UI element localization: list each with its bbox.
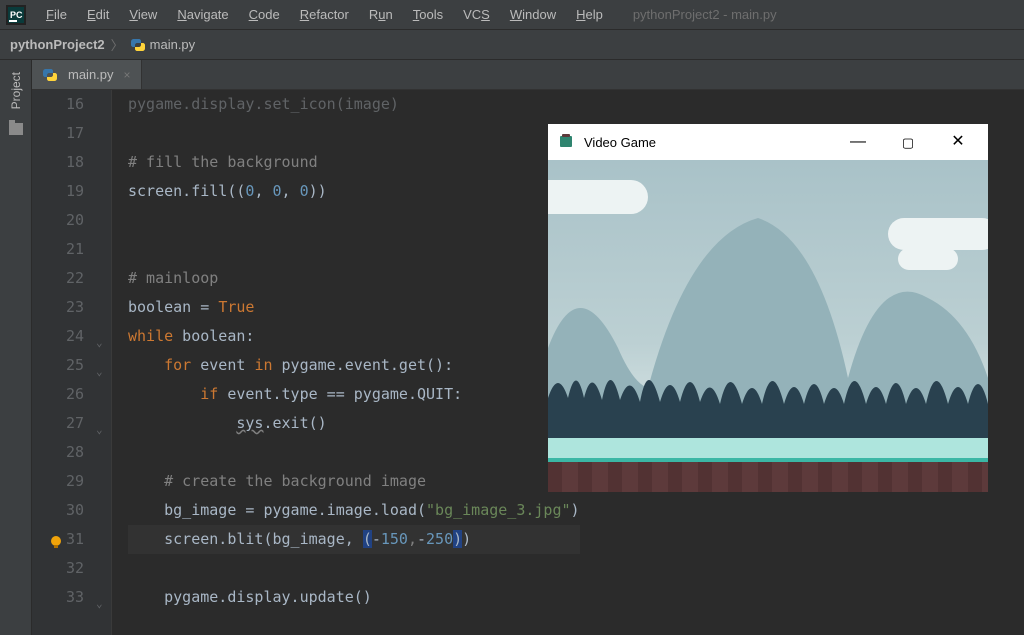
code-line[interactable] [128,119,580,148]
close-button[interactable]: ✕ [938,134,978,150]
breadcrumb-file[interactable]: main.py [150,37,196,52]
pycharm-logo-icon: PC [6,5,26,25]
code-line[interactable]: for event in pygame.event.get(): [128,351,580,380]
fold-toggle-icon[interactable]: ⌄ [96,357,103,386]
folder-icon [9,123,23,138]
menu-refactor[interactable]: Refactor [290,3,359,26]
close-icon[interactable]: × [124,68,131,82]
line-number: 33 [32,583,84,612]
menu-file[interactable]: File [36,3,77,26]
code-line[interactable] [128,235,580,264]
tab-main-py[interactable]: main.py × [32,60,142,89]
code-line[interactable] [128,554,580,583]
menu-bar: PC FileEditViewNavigateCodeRefactorRunTo… [0,0,1024,30]
fold-column: ⌄⌄⌄⌄ [92,90,112,635]
code-line[interactable]: # fill the background [128,148,580,177]
line-number: 16 [32,90,84,119]
fold-toggle-icon[interactable]: ⌄ [96,589,103,618]
minimize-button[interactable]: — [838,134,878,150]
editor-tabs: main.py × [32,60,1024,90]
window-title: pythonProject2 - main.py [633,7,777,22]
line-number: 32 [32,554,84,583]
line-number: 19 [32,177,84,206]
svg-text:PC: PC [10,10,23,20]
menu-help[interactable]: Help [566,3,613,26]
maximize-button[interactable]: ▢ [888,136,928,149]
python-file-icon [42,67,58,83]
toolwindow-label: Project [9,72,23,109]
code-line[interactable] [128,438,580,467]
pygame-icon [558,133,574,152]
tool-window-bar: Project [0,60,32,635]
intention-bulb-icon[interactable] [48,531,64,547]
breadcrumb-project[interactable]: pythonProject2 [10,37,105,52]
pygame-window: Video Game — ▢ ✕ [548,124,988,492]
line-number: 22 [32,264,84,293]
code-line[interactable] [128,206,580,235]
code-line[interactable]: boolean = True [128,293,580,322]
menu-code[interactable]: Code [239,3,290,26]
line-number: 28 [32,438,84,467]
pygame-window-titlebar[interactable]: Video Game — ▢ ✕ [548,124,988,160]
project-tool-tab[interactable]: Project [5,64,27,117]
menu-run[interactable]: Run [359,3,403,26]
menu-tools[interactable]: Tools [403,3,453,26]
breadcrumb-separator: 〉 [111,35,124,54]
code-line[interactable]: bg_image = pygame.image.load("bg_image_3… [128,496,580,525]
menu-navigate[interactable]: Navigate [167,3,238,26]
line-number: 29 [32,467,84,496]
menu-window[interactable]: Window [500,3,566,26]
code-line[interactable]: # create the background image [128,467,580,496]
line-number: 23 [32,293,84,322]
line-number: 25 [32,351,84,380]
pygame-canvas [548,160,988,492]
line-number: 30 [32,496,84,525]
code-line[interactable]: if event.type == pygame.QUIT: [128,380,580,409]
fold-toggle-icon[interactable]: ⌄ [96,328,103,357]
code-line[interactable]: while boolean: [128,322,580,351]
menu-vcs[interactable]: VCS [453,3,500,26]
line-number: 27 [32,409,84,438]
breadcrumb: pythonProject2 〉 main.py [0,30,1024,60]
line-number: 18 [32,148,84,177]
menu-view[interactable]: View [119,3,167,26]
code-content[interactable]: pygame.display.set_icon(image) # fill the… [112,90,580,635]
code-line[interactable]: sys.exit() [128,409,580,438]
line-number: 17 [32,119,84,148]
code-line[interactable]: pygame.display.update() [128,583,580,612]
code-line[interactable]: # mainloop [128,264,580,293]
python-file-icon [130,37,146,53]
code-line[interactable]: screen.fill((0, 0, 0)) [128,177,580,206]
code-line[interactable]: pygame.display.set_icon(image) [128,90,580,119]
line-number: 26 [32,380,84,409]
line-number: 21 [32,235,84,264]
line-number-gutter: 161718192021222324252627282930313233 [32,90,92,635]
line-number: 20 [32,206,84,235]
line-number: 24 [32,322,84,351]
tab-label: main.py [68,67,114,82]
menu-edit[interactable]: Edit [77,3,119,26]
pygame-window-title: Video Game [584,135,656,150]
fold-toggle-icon[interactable]: ⌄ [96,415,103,444]
code-line[interactable]: screen.blit(bg_image, (-150,-250)) [128,525,580,554]
